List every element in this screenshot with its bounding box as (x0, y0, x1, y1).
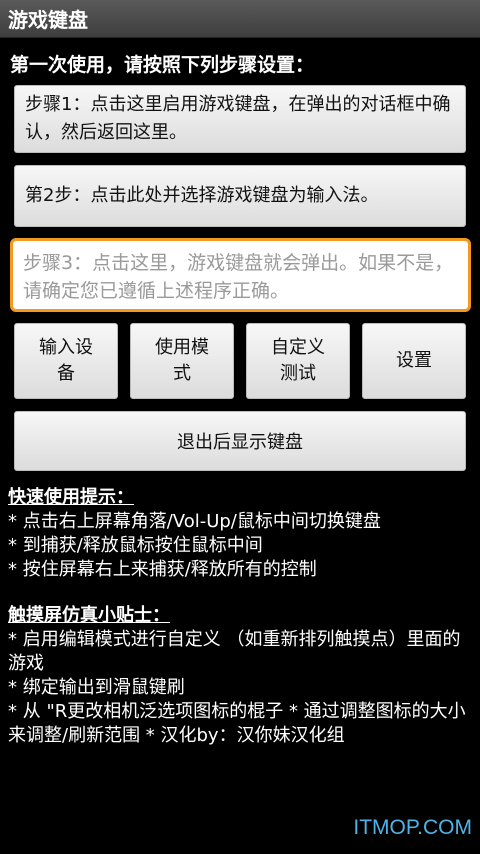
use-mode-label-line2: 式 (173, 363, 191, 384)
quick-tips-header: 快速使用提示： (8, 487, 134, 508)
settings-button[interactable]: 设置 (362, 323, 466, 399)
exit-show-keyboard-button[interactable]: 退出后显示键盘 (14, 411, 466, 471)
step3-show-keyboard-field[interactable]: 步骤3：点击这里，游戏键盘就会弹出。如果不是，请确定您已遵循上述程序正确。 (10, 238, 471, 312)
step3-label: 步骤3：点击这里，游戏键盘就会弹出。如果不是，请确定您已遵循上述程序正确。 (23, 252, 454, 302)
site-watermark: ITMOP.COM (353, 816, 472, 839)
step2-label: 第2步：点击此处并选择游戏键盘为输入法。 (25, 185, 379, 206)
use-mode-label-line1: 使用模 (155, 337, 209, 358)
input-device-label-line1: 输入设 (39, 337, 93, 358)
input-device-label-line2: 备 (57, 363, 75, 384)
touch-tips-header: 触摸屏仿真小贴士： (8, 605, 170, 626)
settings-label: 设置 (396, 350, 432, 371)
touch-tip-item: * 从 "R更改相机泛选项图标的棍子 * 通过调整图标的大小来调整/刷新范围 *… (8, 701, 466, 746)
app-title: 游戏键盘 (8, 8, 88, 32)
quick-tips-section: 快速使用提示： * 点击右上屏幕角落/Vol-Up/鼠标中间切换键盘 * 到捕获… (8, 486, 472, 582)
exit-show-keyboard-label: 退出后显示键盘 (177, 432, 303, 453)
use-mode-button[interactable]: 使用模 式 (130, 323, 234, 399)
custom-test-label-line2: 测试 (280, 363, 316, 384)
quick-tip-item: * 到捕获/释放鼠标按住鼠标中间 (8, 535, 263, 556)
step1-label: 步骤1：点击这里启用游戏键盘，在弹出的对话框中确认，然后返回这里。 (25, 94, 451, 143)
touch-tip-item: * 绑定输出到滑鼠键刷 (8, 677, 185, 698)
quick-tip-item: * 点击右上屏幕角落/Vol-Up/鼠标中间切换键盘 (8, 511, 381, 532)
intro-text: 第一次使用，请按照下列步骤设置： (10, 54, 315, 76)
app-title-bar: 游戏键盘 (0, 0, 480, 38)
step2-select-input-method-button[interactable]: 第2步：点击此处并选择游戏键盘为输入法。 (14, 165, 466, 227)
touch-tips-section: 触摸屏仿真小贴士： * 启用编辑模式进行自定义 （如重新排列触摸点）里面的游戏 … (8, 604, 472, 748)
step1-enable-keyboard-button[interactable]: 步骤1：点击这里启用游戏键盘，在弹出的对话框中确认，然后返回这里。 (14, 85, 466, 153)
touch-tip-item: * 启用编辑模式进行自定义 （如重新排列触摸点）里面的游戏 (8, 629, 461, 674)
input-device-button[interactable]: 输入设 备 (14, 323, 118, 399)
custom-test-label-line1: 自定义 (271, 337, 325, 358)
custom-test-button[interactable]: 自定义 测试 (246, 323, 350, 399)
quick-tip-item: * 按住屏幕右上来捕获/释放所有的控制 (8, 559, 317, 580)
